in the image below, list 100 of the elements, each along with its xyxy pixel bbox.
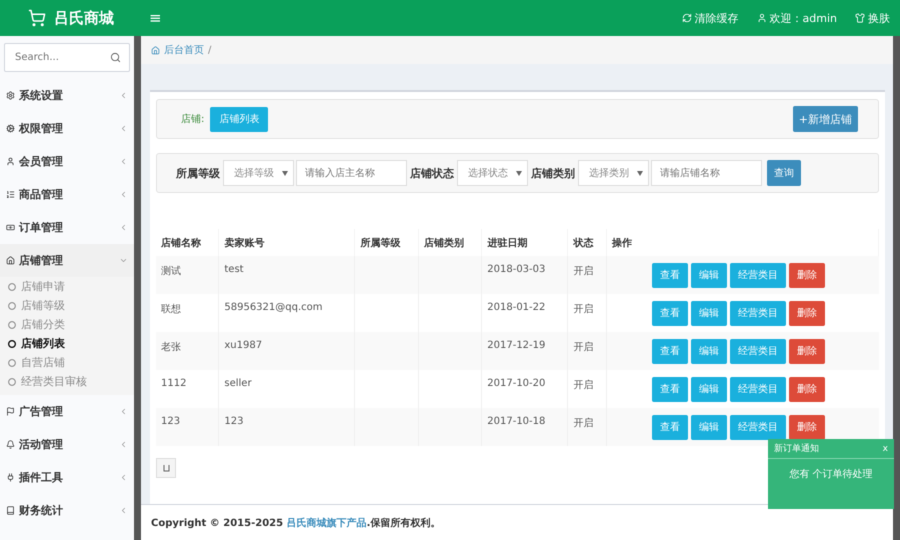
notification-title: 新订单通知 (774, 442, 819, 455)
action-button[interactable]: 编辑 (690, 376, 727, 402)
chevron-left-icon (119, 190, 128, 199)
shirt-icon (855, 13, 865, 23)
action-button[interactable]: 删除 (788, 262, 825, 288)
action-button[interactable]: 经营类目 (730, 300, 786, 326)
query-button[interactable]: 查询 (767, 160, 801, 186)
caret-icon (282, 170, 288, 176)
action-button[interactable]: 查看 (652, 414, 688, 440)
notification-message: 您有 个订单待处理 (789, 468, 873, 481)
chevron-left-icon (119, 473, 128, 482)
cog-icon (6, 124, 15, 133)
table-cell: 开启 (568, 408, 606, 446)
action-button[interactable]: 删除 (788, 414, 825, 440)
filter-select[interactable]: 选择状态 (457, 160, 528, 186)
sidebar-item[interactable]: 活动管理 (0, 428, 134, 461)
breadcrumb-separator: / (208, 44, 212, 56)
filter-label: 店铺类别 (530, 166, 576, 180)
action-button[interactable]: 删除 (788, 300, 825, 326)
chevron-down-icon (119, 256, 128, 265)
search-field[interactable]: Search... (13, 51, 110, 64)
flag-icon (6, 407, 15, 416)
search-box[interactable]: Search... (4, 43, 130, 72)
action-button[interactable]: 编辑 (690, 338, 727, 364)
filter-select[interactable]: 选择等级 (223, 160, 294, 186)
circle-icon (8, 282, 16, 290)
store-list-tab[interactable]: 店铺列表 (210, 106, 268, 132)
cart-icon (28, 9, 46, 27)
header-link[interactable]: 欢迎：admin (756, 10, 837, 26)
filter-input[interactable]: 请输入店主名称 (296, 160, 407, 186)
action-button[interactable]: 编辑 (690, 262, 727, 288)
caret-icon (516, 170, 522, 176)
menu-toggle[interactable]: ≡ (149, 9, 162, 27)
sidebar-item[interactable]: 商品管理 (0, 178, 134, 211)
sidebar-subitem[interactable]: 店铺等级 (0, 296, 134, 315)
circle-icon (8, 358, 16, 366)
chevron-left-icon (119, 407, 128, 416)
action-button[interactable]: 经营类目 (730, 414, 786, 440)
brand-title: 吕氏商城 (54, 8, 114, 28)
chevron-left-icon (119, 506, 128, 515)
breadcrumb-link[interactable]: 后台首页 (164, 43, 204, 57)
sidebar-subitem[interactable]: 店铺申请 (0, 277, 134, 296)
sidebar-subitem[interactable]: 经营类目审核 (0, 372, 134, 391)
chevron-left-icon (119, 157, 128, 166)
action-button[interactable]: 查看 (652, 262, 688, 288)
bell-icon (6, 440, 15, 449)
action-button[interactable]: 经营类目 (730, 338, 786, 364)
search-icon (110, 52, 121, 63)
action-button[interactable]: 经营类目 (730, 376, 786, 402)
circle-icon (8, 378, 16, 386)
home-icon (6, 256, 15, 265)
action-button[interactable]: 编辑 (690, 300, 727, 326)
action-button[interactable]: 查看 (652, 338, 688, 364)
scrollbar[interactable] (134, 36, 141, 540)
refresh-icon (682, 13, 692, 23)
user-icon (756, 13, 767, 23)
plug-icon (6, 473, 15, 482)
chevron-left-icon (119, 91, 128, 100)
action-button[interactable]: 查看 (652, 376, 688, 402)
action-button[interactable]: 删除 (788, 338, 825, 364)
chevron-left-icon (119, 440, 128, 449)
sidebar-subitem[interactable]: 店铺分类 (0, 315, 134, 334)
pager-button[interactable] (156, 458, 176, 478)
caret-icon (637, 170, 643, 176)
gear-icon (6, 91, 15, 100)
table-cell: 2017-10-18 (482, 408, 568, 446)
action-button[interactable]: 查看 (652, 300, 688, 326)
filter-label: 店铺状态 (409, 166, 455, 180)
sidebar-item[interactable]: 店铺管理 (0, 244, 134, 277)
circle-icon (8, 320, 16, 328)
chevron-left-icon (119, 223, 128, 232)
sidebar-item[interactable]: 插件工具 (0, 461, 134, 494)
table-cell: 123 (218, 408, 355, 446)
sidebar-item[interactable]: 系统设置 (0, 79, 134, 112)
scrollbar[interactable] (893, 36, 900, 540)
sidebar-subitem[interactable]: 自营店铺 (0, 353, 134, 372)
add-store-button[interactable]: +新增店铺 (792, 106, 858, 132)
circle-icon (8, 302, 16, 310)
user-icon (6, 157, 15, 166)
action-button[interactable]: 编辑 (690, 414, 727, 440)
sidebar-item[interactable]: 会员管理 (0, 145, 134, 178)
action-button[interactable]: 经营类目 (730, 262, 786, 288)
table-cell: 123 (156, 408, 219, 446)
store-label: 店铺: (181, 112, 204, 126)
header-link[interactable]: 清除缓存 (682, 10, 739, 26)
header-link[interactable]: 换肤 (855, 10, 890, 26)
sidebar-item[interactable]: 权限管理 (0, 112, 134, 145)
sidebar-subitem[interactable]: 店铺列表 (0, 334, 134, 353)
action-button[interactable]: 删除 (788, 376, 825, 402)
filter-select[interactable]: 选择类别 (578, 160, 649, 186)
sidebar-item[interactable]: 财务统计 (0, 494, 134, 527)
book-icon (6, 506, 15, 515)
close-button[interactable]: x (882, 444, 888, 454)
chevron-left-icon (119, 124, 128, 133)
sidebar-item[interactable]: 广告管理 (0, 395, 134, 428)
filter-label: 所属等级 (175, 166, 221, 180)
footer-link[interactable]: 吕氏商城旗下产品 (286, 518, 367, 528)
home-icon (151, 46, 160, 54)
filter-input[interactable]: 请输店铺名称 (651, 160, 762, 186)
sidebar-item[interactable]: 订单管理 (0, 211, 134, 244)
